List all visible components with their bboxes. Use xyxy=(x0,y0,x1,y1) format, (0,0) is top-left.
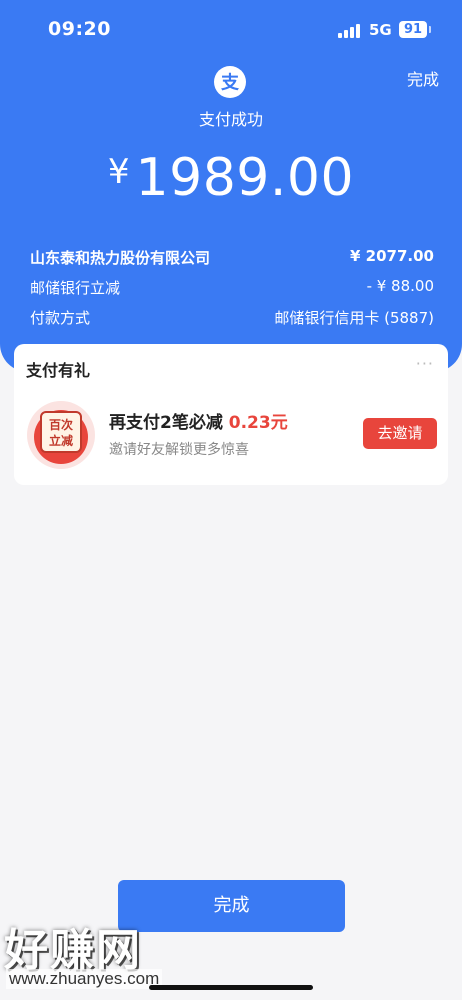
more-dots-icon[interactable]: ··· xyxy=(416,354,434,373)
promo-headline: 再支付2笔必减 0.23元 xyxy=(109,408,288,433)
detail-row-discount: 邮储银行立减 - ¥ 88.00 xyxy=(30,277,434,299)
watermark: 好赚网 www.zhuanyes.com xyxy=(4,914,204,996)
gift-card-title: 支付有礼 xyxy=(26,361,91,380)
alipay-logo-glyph: 支 xyxy=(220,72,240,94)
payment-success-title: 支付成功 xyxy=(198,110,263,129)
promo-amount: 0.23元 xyxy=(228,413,288,433)
discount-badge-icon: 百次 立减 xyxy=(26,400,96,470)
alipay-logo-icon: 支 xyxy=(214,66,246,98)
payment-method-label: 付款方式 xyxy=(30,309,91,327)
status-time: 09:20 xyxy=(48,18,111,40)
discount-value: - ¥ 88.00 xyxy=(366,277,434,295)
badge-line-2: 立减 xyxy=(49,433,73,448)
signal-icon xyxy=(338,24,362,38)
gift-card: 支付有礼 ··· 百次 立减 再支付2笔必减 0.23元 邀请好友解锁更多惊喜 … xyxy=(14,344,448,485)
badge-line-1: 百次 xyxy=(49,417,73,432)
network-type: 5G xyxy=(369,21,392,39)
promo-text: 再支付2笔必减 xyxy=(109,413,223,433)
payment-amount: ¥1989.00 xyxy=(0,148,462,208)
home-indicator[interactable] xyxy=(149,985,313,990)
status-bar: 09:20 5G 91 xyxy=(0,0,462,60)
payment-method-value: 邮储银行信用卡 (5887) xyxy=(274,309,434,327)
battery-icon: 91 xyxy=(399,21,427,38)
detail-row-payment-method: 付款方式 邮储银行信用卡 (5887) xyxy=(30,307,434,329)
discount-label: 邮储银行立减 xyxy=(30,279,121,297)
merchant-name: 山东泰和热力股份有限公司 xyxy=(30,249,211,267)
detail-row-merchant: 山东泰和热力股份有限公司 ¥ 2077.00 xyxy=(30,247,434,269)
done-link[interactable]: 完成 xyxy=(407,66,439,90)
promo-subtitle: 邀请好友解锁更多惊喜 xyxy=(109,442,249,458)
watermark-url: www.zhuanyes.com xyxy=(6,969,163,989)
invite-button[interactable]: 去邀请 xyxy=(363,418,437,449)
currency-symbol: ¥ xyxy=(107,152,130,192)
battery-tip xyxy=(429,26,431,33)
amount-value: 1989.00 xyxy=(135,148,355,208)
merchant-amount: ¥ 2077.00 xyxy=(350,247,434,265)
